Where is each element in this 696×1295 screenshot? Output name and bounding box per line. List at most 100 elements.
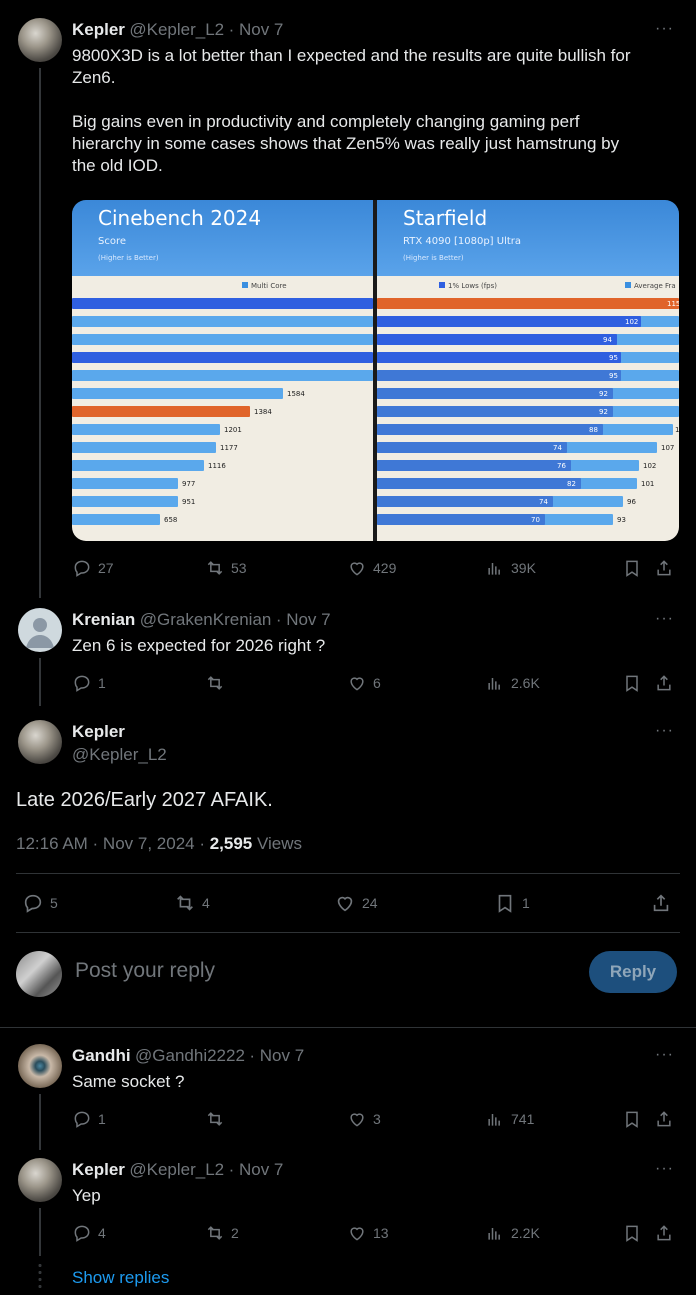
chart-bar bbox=[377, 334, 617, 345]
bar-label: 107 bbox=[661, 444, 675, 452]
tweet-text: Yep bbox=[72, 1186, 101, 1205]
avatar[interactable] bbox=[16, 951, 62, 997]
author-handle[interactable]: @Kepler_L2 bbox=[129, 20, 224, 39]
share-button[interactable] bbox=[654, 673, 674, 693]
chart-bar bbox=[377, 424, 603, 435]
like-count: 6 bbox=[373, 675, 381, 691]
like-button[interactable]: 24 bbox=[334, 892, 378, 914]
reply-icon bbox=[74, 1225, 90, 1242]
share-button[interactable] bbox=[654, 558, 674, 578]
chart-bar bbox=[72, 424, 220, 435]
bar-label: 92 bbox=[599, 390, 608, 398]
chart-legend: Average Fra bbox=[625, 282, 676, 290]
chart-bar bbox=[377, 442, 567, 453]
bookmark-icon bbox=[498, 894, 512, 913]
author-name[interactable]: Kepler bbox=[72, 722, 125, 742]
tweet-text: Zen 6 is expected for 2026 right ? bbox=[72, 636, 326, 655]
more-options-icon[interactable]: ··· bbox=[655, 1160, 674, 1178]
tweet-timestamp[interactable]: 12:16 AM · Nov 7, 2024 · bbox=[16, 834, 210, 853]
reply-button[interactable]: 27 bbox=[72, 558, 114, 578]
more-options-icon[interactable]: ··· bbox=[655, 1046, 674, 1064]
author-handle[interactable]: @GrakenKrenian bbox=[140, 610, 272, 629]
share-button[interactable] bbox=[650, 892, 672, 914]
tweet-header: Kepler @Kepler_L2 · Nov 7 bbox=[72, 20, 283, 40]
share-icon bbox=[657, 1225, 671, 1241]
views-button[interactable]: 39K bbox=[485, 558, 536, 578]
bar-label: 74 bbox=[539, 498, 548, 506]
bookmark-icon bbox=[626, 1111, 638, 1128]
reply-count: 27 bbox=[98, 560, 114, 576]
repost-button[interactable]: 4 bbox=[174, 892, 210, 914]
bar-label: 101 bbox=[641, 480, 655, 488]
bookmark-button[interactable]: 1 bbox=[494, 892, 530, 914]
tweet-date[interactable]: · Nov 7 bbox=[229, 20, 284, 39]
chart-note: (Higher is Better) bbox=[98, 254, 159, 262]
bar-label: 93 bbox=[617, 516, 626, 524]
avatar[interactable] bbox=[18, 1158, 62, 1202]
reply-button[interactable]: 4 bbox=[72, 1223, 106, 1243]
chart-bar bbox=[72, 352, 373, 363]
author-handle[interactable]: @Gandhi2222 bbox=[135, 1046, 245, 1065]
tweet-date[interactable]: · Nov 7 bbox=[276, 610, 331, 629]
more-options-icon[interactable]: ··· bbox=[655, 20, 674, 38]
repost-button[interactable] bbox=[205, 673, 225, 693]
tweet-date[interactable]: · Nov 7 bbox=[229, 1160, 284, 1179]
repost-count: 53 bbox=[231, 560, 247, 576]
tweet-date[interactable]: · Nov 7 bbox=[249, 1046, 304, 1065]
reply-button[interactable]: 5 bbox=[22, 892, 58, 914]
tweet-text: Same socket ? bbox=[72, 1072, 185, 1091]
like-button[interactable]: 13 bbox=[347, 1223, 389, 1243]
reply-submit-button[interactable]: Reply bbox=[589, 951, 677, 993]
chart-bar bbox=[72, 370, 373, 381]
bookmark-button[interactable] bbox=[622, 1223, 642, 1243]
reply-input[interactable]: Post your reply bbox=[75, 959, 215, 983]
avatar[interactable] bbox=[18, 1044, 62, 1088]
bar-label: 96 bbox=[627, 498, 636, 506]
views-button[interactable]: 2.6K bbox=[485, 673, 540, 693]
show-replies-link[interactable]: Show replies bbox=[72, 1268, 169, 1288]
tweet-text-line: 9800X3D is a lot better than I expected … bbox=[72, 46, 631, 65]
more-options-icon[interactable]: ··· bbox=[655, 610, 674, 628]
share-button[interactable] bbox=[654, 1223, 674, 1243]
bookmark-button[interactable] bbox=[622, 673, 642, 693]
chart-bar bbox=[377, 388, 613, 399]
reply-icon bbox=[74, 1111, 90, 1128]
bookmark-button[interactable] bbox=[622, 1109, 642, 1129]
reply-button[interactable]: 1 bbox=[72, 1109, 106, 1129]
author-handle[interactable]: @Kepler_L2 bbox=[72, 745, 167, 765]
author-name[interactable]: Gandhi bbox=[72, 1046, 131, 1065]
legend-label: Multi Core bbox=[251, 282, 287, 290]
bar-label: 95 bbox=[609, 372, 618, 380]
bar-label: 95 bbox=[609, 354, 618, 362]
views-button[interactable]: 741 bbox=[485, 1109, 534, 1129]
like-button[interactable]: 429 bbox=[347, 558, 396, 578]
avatar[interactable] bbox=[18, 608, 62, 652]
share-button[interactable] bbox=[654, 1109, 674, 1129]
author-name[interactable]: Krenian bbox=[72, 610, 135, 629]
views-button[interactable]: 2.2K bbox=[485, 1223, 540, 1243]
author-handle[interactable]: @Kepler_L2 bbox=[129, 1160, 224, 1179]
avatar[interactable] bbox=[18, 18, 62, 62]
bar-label: 115 bbox=[667, 300, 679, 308]
views-count: 2.2K bbox=[511, 1225, 540, 1241]
chart-bar bbox=[72, 388, 283, 399]
like-button[interactable]: 3 bbox=[347, 1109, 381, 1129]
author-name[interactable]: Kepler bbox=[72, 1160, 125, 1179]
repost-button[interactable] bbox=[205, 1109, 225, 1129]
reply-count: 1 bbox=[98, 675, 106, 691]
bookmark-button[interactable] bbox=[622, 558, 642, 578]
like-button[interactable]: 6 bbox=[347, 673, 381, 693]
more-options-icon[interactable]: ··· bbox=[655, 722, 674, 740]
chart-bar bbox=[72, 478, 178, 489]
heart-icon bbox=[337, 896, 353, 912]
author-name[interactable]: Kepler bbox=[72, 20, 125, 39]
tweet-image[interactable]: Cinebench 2024 Score (Higher is Better) … bbox=[72, 200, 679, 541]
avatar[interactable] bbox=[18, 720, 62, 764]
repost-button[interactable]: 53 bbox=[205, 558, 247, 578]
heart-icon bbox=[350, 1113, 364, 1127]
reply-button[interactable]: 1 bbox=[72, 673, 106, 693]
repost-button[interactable]: 2 bbox=[205, 1223, 239, 1243]
tweet-text-line: Zen6. bbox=[72, 68, 116, 87]
tweet-text: 9800X3D is a lot better than I expected … bbox=[72, 45, 682, 177]
repost-count: 2 bbox=[231, 1225, 239, 1241]
